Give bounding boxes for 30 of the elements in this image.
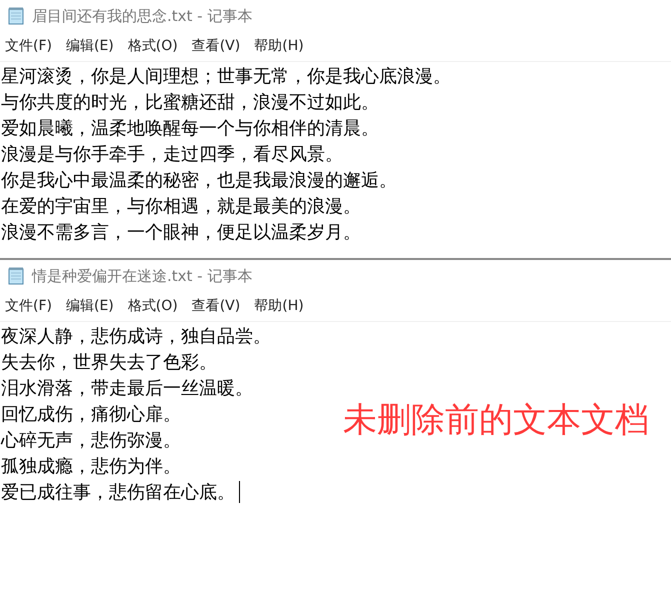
text-line: 泪水滑落，带走最后一丝温暖。 (1, 376, 253, 400)
text-line: 回忆成伤，痛彻心扉。 (1, 402, 181, 426)
window-title: 情是种爱偏开在迷途.txt - 记事本 (32, 266, 252, 287)
text-line: 浪漫不需多言，一个眼神，便足以温柔岁月。 (1, 220, 361, 244)
menu-item[interactable]: 查看(V) (192, 296, 240, 317)
text-line: 浪漫是与你手牵手，走过四季，看尽风景。 (1, 142, 343, 166)
menu-item[interactable]: 查看(V) (192, 36, 240, 57)
text-line: 失去你，世界失去了色彩。 (1, 350, 217, 374)
menu-item[interactable]: 编辑(E) (66, 36, 114, 57)
text-line: 星河滚烫，你是人间理想；世事无常，你是我心底浪漫。 (1, 64, 451, 88)
window-title: 眉目间还有我的思念.txt - 记事本 (32, 6, 252, 27)
text-caret (239, 481, 240, 503)
notepad-icon (8, 7, 24, 25)
text-line: 心碎无声，悲伤弥漫。 (1, 428, 181, 452)
text-line: 在爱的宇宙里，与你相遇，就是最美的浪漫。 (1, 194, 361, 218)
menu-item[interactable]: 帮助(H) (254, 36, 304, 57)
text-line: 爱如晨曦，温柔地唤醒每一个与你相伴的清晨。 (1, 116, 379, 140)
text-line: 你是我心中最温柔的秘密，也是我最浪漫的邂逅。 (1, 168, 397, 192)
menu-item[interactable]: 格式(O) (128, 36, 178, 57)
text-line: 夜深人静，悲伤成诗，独自品尝。 (1, 324, 271, 348)
menu-item[interactable]: 编辑(E) (66, 296, 114, 317)
menu-item[interactable]: 格式(O) (128, 296, 178, 317)
text-line: 爱已成往事，悲伤留在心底。 (1, 480, 235, 504)
text-line: 孤独成瘾，悲伤为伴。 (1, 454, 181, 478)
menu-item[interactable]: 文件(F) (5, 36, 52, 57)
annotation-text: 未删除前的文本文档 (343, 399, 649, 442)
menu-item[interactable]: 帮助(H) (254, 296, 304, 317)
menu-item[interactable]: 文件(F) (5, 296, 52, 317)
text-line: 与你共度的时光，比蜜糖还甜，浪漫不过如此。 (1, 90, 379, 114)
notepad-icon (8, 267, 24, 285)
